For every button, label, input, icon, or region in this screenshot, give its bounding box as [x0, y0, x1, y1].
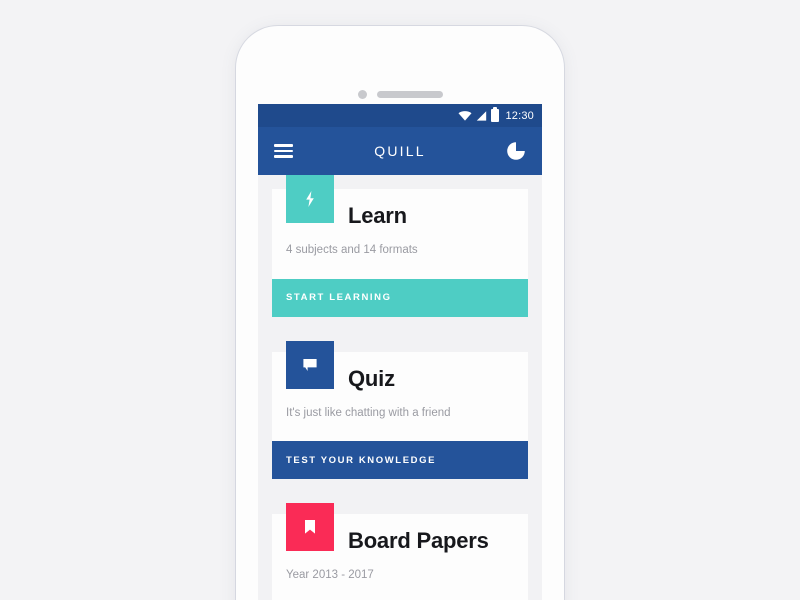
board-papers-subtitle: Year 2013 - 2017	[286, 569, 374, 581]
card-quiz: Quiz It's just like chatting with a frie…	[272, 340, 528, 479]
card-board-papers: Board Papers Year 2013 - 2017 START PREP…	[272, 503, 528, 600]
status-bar-clock: 12:30	[505, 109, 534, 122]
app-bar: QUILL	[258, 127, 542, 175]
menu-line-3	[274, 155, 293, 158]
wifi-icon	[458, 110, 472, 121]
status-bar-icons: 12:30	[458, 107, 534, 122]
card-list[interactable]: Learn 4 subjects and 14 formats START LE…	[258, 175, 542, 600]
start-learning-button[interactable]: START LEARNING	[272, 278, 528, 317]
menu-line-2	[274, 149, 293, 153]
bookmark-icon	[301, 518, 319, 536]
board-papers-icon-tile	[286, 503, 334, 551]
moon-night-mode-icon[interactable]	[506, 141, 526, 161]
phone-screen: 12:30 QUILL Learn 4 subjects and 14 form…	[258, 104, 542, 600]
quiz-icon-tile	[286, 340, 334, 389]
status-bar: 12:30	[258, 104, 542, 127]
signal-icon	[476, 110, 487, 121]
front-camera-icon	[358, 90, 367, 99]
quiz-subtitle: It's just like chatting with a friend	[286, 406, 451, 419]
board-papers-title: Board Papers	[348, 528, 489, 553]
test-your-knowledge-button[interactable]: TEST YOUR KNOWLEDGE	[272, 441, 528, 479]
hamburger-menu-icon[interactable]	[274, 144, 293, 158]
battery-icon	[491, 107, 500, 122]
learn-title: Learn	[348, 203, 407, 228]
app-title: QUILL	[374, 143, 426, 159]
learn-icon-tile	[286, 175, 334, 223]
menu-line-1	[274, 144, 293, 147]
quiz-title: Quiz	[348, 365, 395, 391]
card-learn: Learn 4 subjects and 14 formats START LE…	[272, 175, 528, 317]
phone-device-frame: 12:30 QUILL Learn 4 subjects and 14 form…	[236, 26, 564, 600]
lightning-bolt-icon	[301, 190, 319, 208]
phone-top-bezel	[236, 26, 564, 104]
learn-subtitle: 4 subjects and 14 formats	[286, 244, 418, 256]
chat-bubble-icon	[301, 356, 319, 374]
earpiece-speaker	[377, 91, 443, 98]
